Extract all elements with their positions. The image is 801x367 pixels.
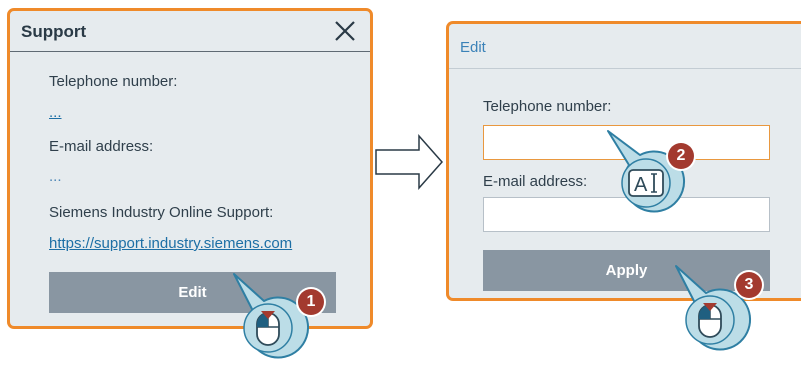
online-support-label: Siemens Industry Online Support: [49, 204, 274, 221]
text-input-callout-2: A [607, 130, 686, 213]
arrow-right-icon [375, 134, 444, 190]
support-dialog: Support Telephone number: ... E-mail add… [7, 8, 373, 329]
telephone-label: Telephone number: [49, 73, 178, 90]
support-dialog-header: Support [10, 11, 370, 52]
step-badge-2: 2 [668, 143, 694, 169]
step-badge-3: 3 [736, 272, 762, 298]
step-badge-1: 1 [298, 289, 324, 315]
mouse-click-icon [256, 311, 280, 346]
mouse-click-icon [698, 303, 722, 338]
close-button[interactable] [334, 20, 356, 42]
stage: Support Telephone number: ... E-mail add… [0, 0, 801, 367]
close-icon [335, 21, 355, 41]
edit-dialog-title: Edit [460, 39, 486, 56]
telephone-value[interactable]: ... [49, 104, 62, 121]
online-support-link[interactable]: https://support.industry.siemens.com [49, 235, 292, 252]
svg-text:A: A [634, 174, 648, 196]
edit-telephone-label: Telephone number: [483, 98, 612, 115]
edit-email-label: E-mail address: [483, 173, 588, 190]
support-dialog-title: Support [21, 22, 87, 41]
email-label: E-mail address: [49, 138, 154, 155]
text-input-icon: A [628, 169, 664, 197]
mouse-click-callout-1 [233, 273, 310, 359]
edit-dialog-header: Edit [449, 24, 801, 69]
email-value: ... [49, 168, 62, 185]
